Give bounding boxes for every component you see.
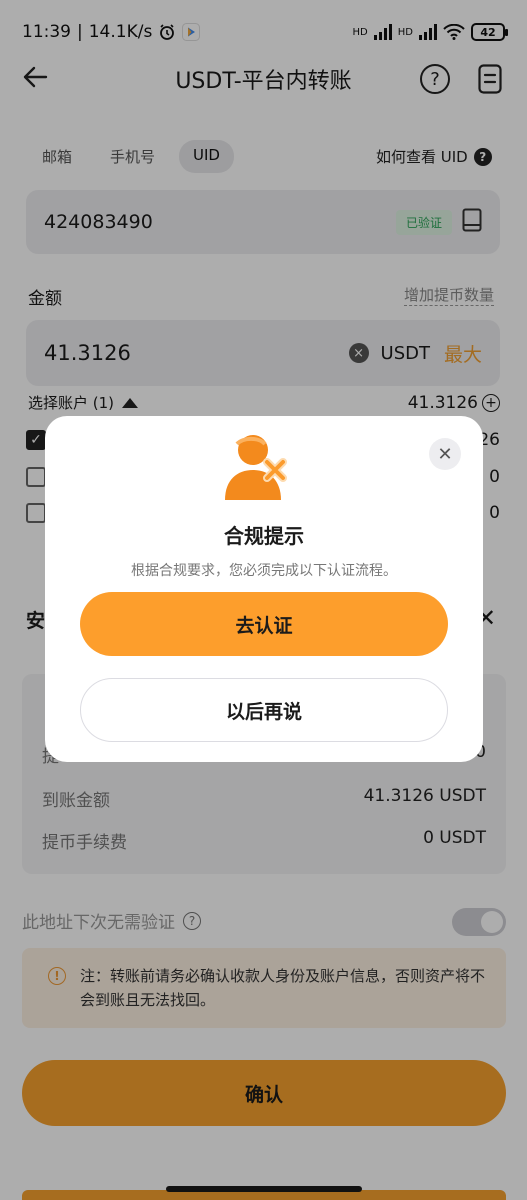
close-icon[interactable]: ✕ bbox=[429, 438, 461, 470]
home-indicator[interactable] bbox=[166, 1186, 362, 1192]
dialog-subtitle: 根据合规要求，您必须完成以下认证流程。 bbox=[131, 563, 397, 579]
compliance-dialog: ✕ 合规提示 根据合规要求，您必须完成以下认证流程。 去认证 以后再说 bbox=[45, 416, 483, 762]
verify-button[interactable]: 去认证 bbox=[80, 592, 448, 656]
user-alert-icon bbox=[223, 432, 305, 508]
dialog-title: 合规提示 bbox=[224, 524, 304, 548]
later-button[interactable]: 以后再说 bbox=[80, 678, 448, 742]
